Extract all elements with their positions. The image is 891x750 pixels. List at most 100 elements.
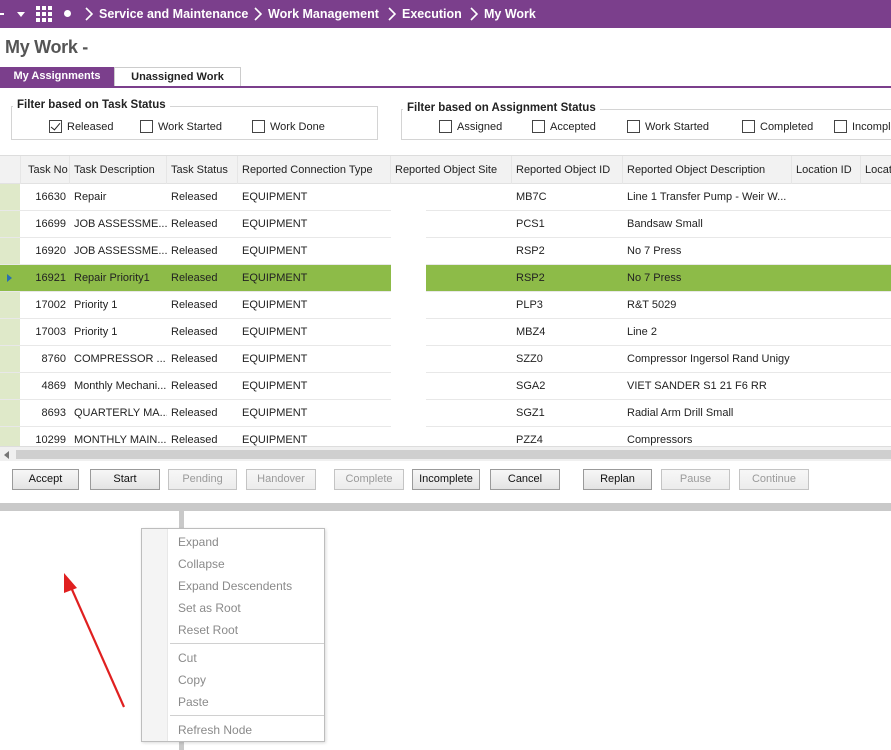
task-no-cell: 17003 — [35, 326, 66, 338]
object-description-cell: Line 1 Transfer Pump - Weir W... — [627, 191, 787, 203]
work-done-checkbox[interactable] — [252, 120, 265, 133]
table-row[interactable]: 16630 Repair Released EQUIPMENT MB7C Line 1 T… — [0, 184, 891, 211]
pause-button[interactable]: Pause — [661, 469, 730, 490]
task-description-cell: Repair Priority1 — [74, 272, 150, 284]
menu-item-refresh-node[interactable]: Refresh Node — [178, 723, 252, 737]
assignment-work-started-checkbox[interactable] — [627, 120, 640, 133]
completed-checkbox[interactable] — [742, 120, 755, 133]
menu-item-expand-descendents[interactable]: Expand Descendents — [178, 579, 292, 593]
breadcrumb-execution[interactable]: Execution — [402, 0, 462, 28]
assignment-work-started-label: Work Started — [645, 121, 709, 133]
task-no-cell: 4869 — [41, 380, 66, 392]
complete-button[interactable]: Complete — [334, 469, 404, 490]
table-row[interactable]: 8760 COMPRESSOR ... Released EQUIPMENT SZZ0 C… — [0, 346, 891, 373]
location-id-cell — [792, 373, 861, 400]
accepted-label: Accepted — [550, 121, 596, 133]
table-row[interactable]: 17003 Priority 1 Released EQUIPMENT MBZ4 Line… — [0, 319, 891, 346]
tab-my-assignments[interactable]: My Assignments — [0, 67, 114, 86]
connection-type-cell: EQUIPMENT — [242, 407, 308, 419]
chevron-right-icon — [388, 7, 396, 21]
released-label: Released — [67, 121, 114, 133]
col-reported-connection-type[interactable]: Reported Connection Type — [238, 156, 391, 184]
task-no-cell: 8693 — [41, 407, 66, 419]
menu-item-cut[interactable]: Cut — [178, 651, 197, 665]
grid-icon[interactable] — [36, 6, 52, 22]
horizontal-scrollbar[interactable] — [0, 446, 891, 461]
connection-type-cell: EQUIPMENT — [242, 191, 308, 203]
task-status-cell: Released — [171, 299, 218, 311]
task-status-cell: Released — [171, 407, 218, 419]
current-row-arrow-icon — [7, 274, 12, 282]
table-row[interactable]: 16699 JOB ASSESSME... Released EQUIPMENT PCS… — [0, 211, 891, 238]
caret-down-icon[interactable] — [17, 12, 25, 17]
connection-type-cell: EQUIPMENT — [242, 218, 308, 230]
breadcrumb-my-work[interactable]: My Work — [484, 0, 536, 28]
scrollbar-thumb[interactable] — [16, 450, 891, 459]
menu-separator — [170, 715, 324, 716]
menu-item-collapse[interactable]: Collapse — [178, 557, 225, 571]
task-status-cell: Released — [171, 326, 218, 338]
panel-splitter[interactable] — [0, 503, 891, 511]
cancel-button[interactable]: Cancel — [490, 469, 560, 490]
continue-button[interactable]: Continue — [739, 469, 809, 490]
object-id-cell: PCS1 — [516, 218, 545, 230]
menu-item-reset-root[interactable]: Reset Root — [178, 623, 238, 637]
tab-bar: My Assignments Unassigned Work — [0, 67, 891, 88]
task-description-cell: JOB ASSESSME... — [74, 218, 167, 230]
col-reported-object-description[interactable]: Reported Object Description — [623, 156, 792, 184]
menu-item-expand[interactable]: Expand — [178, 535, 219, 549]
col-task-no[interactable]: Task No — [21, 156, 70, 184]
work-table: Task No Task Description Task Status Rep… — [0, 155, 891, 461]
accept-button[interactable]: Accept — [12, 469, 79, 490]
work-started-checkbox[interactable] — [140, 120, 153, 133]
col-reported-object-id[interactable]: Reported Object ID — [512, 156, 623, 184]
incomplete-button[interactable]: Incomplete — [412, 469, 480, 490]
task-description-cell: COMPRESSOR ... — [74, 353, 166, 365]
col-location-id[interactable]: Location ID — [792, 156, 861, 184]
chevron-right-icon — [254, 7, 262, 21]
object-description-cell: R&T 5029 — [627, 299, 677, 311]
col-task-description[interactable]: Task Description — [70, 156, 167, 184]
task-description-cell: Monthly Mechani... — [74, 380, 167, 392]
col-location[interactable]: Location — [861, 156, 891, 184]
handover-button[interactable]: Handover — [246, 469, 316, 490]
accepted-checkbox[interactable] — [532, 120, 545, 133]
table-row[interactable]: 17002 Priority 1 Released EQUIPMENT PLP3 R&T … — [0, 292, 891, 319]
start-button[interactable]: Start — [90, 469, 160, 490]
table-row[interactable]: 8693 QUARTERLY MA... Released EQUIPMENT SGZ1… — [0, 400, 891, 427]
location-id-cell — [792, 400, 861, 427]
task-description-cell: JOB ASSESSME... — [74, 245, 167, 257]
col-reported-object-site[interactable]: Reported Object Site — [391, 156, 512, 184]
pending-button[interactable]: Pending — [168, 469, 237, 490]
task-status-cell: Released — [171, 353, 218, 365]
row-header-corner — [0, 156, 21, 184]
table-row[interactable]: 4869 Monthly Mechani... Released EQUIPMENT S… — [0, 373, 891, 400]
table-row[interactable]: 16921 Repair Priority1 Released EQUIPMENT RS… — [0, 265, 891, 292]
menu-item-copy[interactable]: Copy — [178, 673, 206, 687]
col-task-status[interactable]: Task Status — [167, 156, 238, 184]
incomplete-checkbox[interactable] — [834, 120, 847, 133]
released-checkbox[interactable] — [49, 120, 62, 133]
scroll-left-icon[interactable] — [4, 451, 9, 459]
breadcrumb-service-maintenance[interactable]: Service and Maintenance — [99, 0, 248, 28]
breadcrumb-work-management[interactable]: Work Management — [268, 0, 379, 28]
connection-type-cell: EQUIPMENT — [242, 299, 308, 311]
task-status-filter-legend: Filter based on Task Status — [13, 99, 170, 111]
connection-type-cell: EQUIPMENT — [242, 353, 308, 365]
object-description-cell: Compressor Ingersol Rand Unigy — [627, 353, 790, 365]
replan-button[interactable]: Replan — [583, 469, 652, 490]
tab-unassigned-work[interactable]: Unassigned Work — [114, 67, 241, 86]
location-id-cell — [792, 265, 861, 292]
table-row[interactable]: 16920 JOB ASSESSME... Released EQUIPMENT RSP… — [0, 238, 891, 265]
assigned-checkbox[interactable] — [439, 120, 452, 133]
task-no-cell: 16630 — [35, 191, 66, 203]
object-description-cell: Line 2 — [627, 326, 657, 338]
task-no-cell: 8760 — [41, 353, 66, 365]
location-id-cell — [792, 292, 861, 319]
task-description-cell: QUARTERLY MA... — [74, 407, 167, 419]
menu-item-set-as-root[interactable]: Set as Root — [178, 601, 241, 615]
menu-item-paste[interactable]: Paste — [178, 695, 209, 709]
chevron-right-icon — [470, 7, 478, 21]
work-started-label: Work Started — [158, 121, 222, 133]
dot-icon[interactable] — [64, 10, 71, 17]
